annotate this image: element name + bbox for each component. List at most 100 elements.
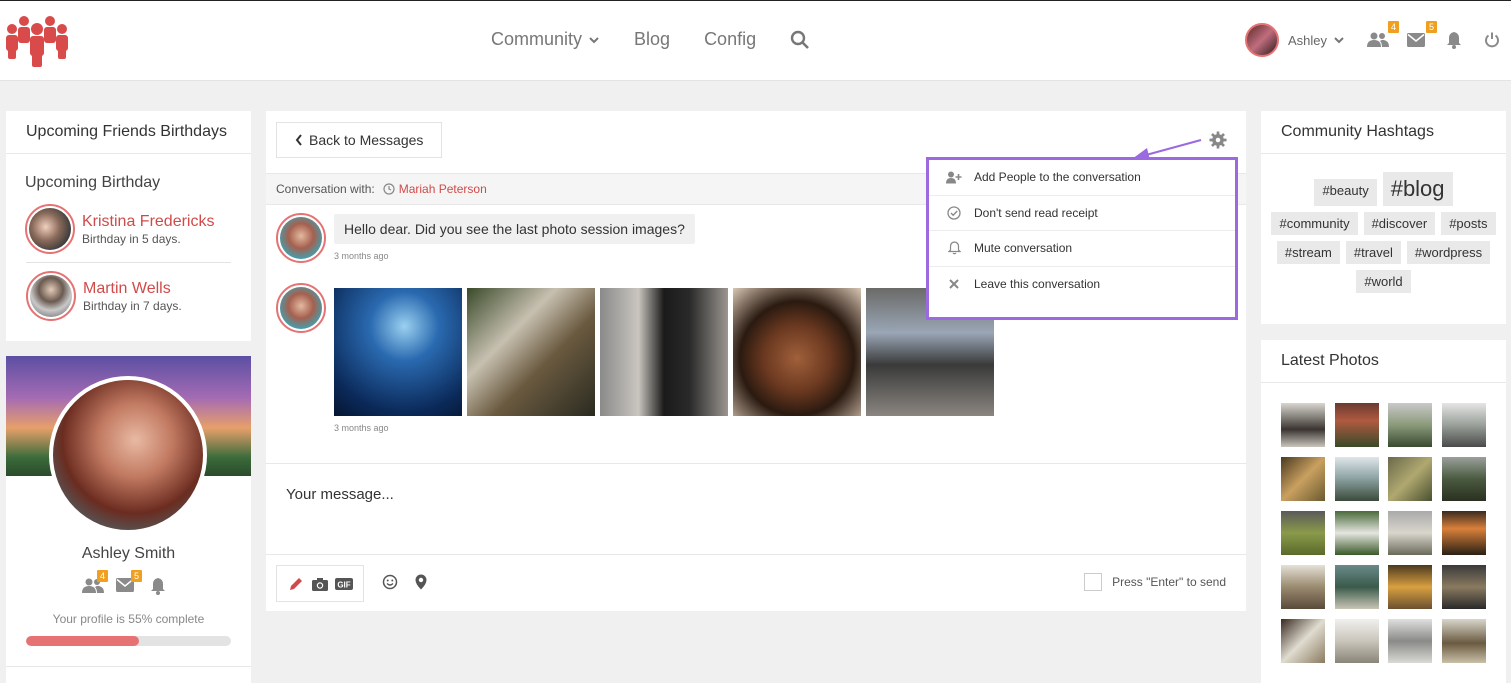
clock-icon bbox=[383, 183, 395, 195]
photo-2[interactable] bbox=[467, 288, 595, 416]
conversation-settings-menu: Add People to the conversation Don't sen… bbox=[926, 157, 1238, 320]
back-to-messages-button[interactable]: Back to Messages bbox=[276, 122, 443, 158]
divider bbox=[6, 666, 251, 667]
avatar[interactable] bbox=[49, 376, 207, 534]
enter-to-send-checkbox[interactable] bbox=[1084, 573, 1103, 591]
latest-photos-grid bbox=[1261, 383, 1506, 663]
thumbnail[interactable] bbox=[1334, 403, 1379, 447]
menu-item-read-receipt[interactable]: Don't send read receipt bbox=[929, 196, 1235, 231]
nav-community[interactable]: Community bbox=[491, 29, 600, 50]
message-bubble: Hello dear. Did you see the last photo s… bbox=[334, 214, 695, 244]
thumbnail[interactable] bbox=[1441, 403, 1486, 447]
bell-icon[interactable] bbox=[150, 578, 172, 595]
menu-item-mute[interactable]: Mute conversation bbox=[929, 231, 1235, 267]
message-input-placeholder: Your message... bbox=[286, 486, 394, 503]
menu-item-label: Mute conversation bbox=[974, 241, 1073, 256]
message-photos bbox=[334, 288, 994, 416]
camera-icon[interactable] bbox=[311, 575, 329, 593]
birthdays-panel: Upcoming Friends Birthdays Upcoming Birt… bbox=[6, 111, 251, 341]
thumbnail[interactable] bbox=[1281, 457, 1325, 501]
hashtag[interactable]: #blog bbox=[1382, 172, 1453, 206]
nav-config[interactable]: Config bbox=[704, 29, 756, 50]
message-input[interactable]: Your message... bbox=[266, 463, 1246, 555]
location-icon[interactable] bbox=[414, 574, 428, 590]
nav-blog[interactable]: Blog bbox=[634, 29, 670, 50]
photo-1[interactable] bbox=[334, 288, 462, 416]
profile-card: Ashley Smith 4 5 Your profile is 55% com… bbox=[6, 356, 251, 683]
add-user-icon bbox=[946, 169, 962, 185]
menu-item-label: Don't send read receipt bbox=[974, 205, 1098, 220]
gear-icon[interactable] bbox=[1209, 131, 1227, 149]
hashtag[interactable]: #discover bbox=[1363, 212, 1436, 235]
menu-item-leave[interactable]: Leave this conversation bbox=[929, 267, 1235, 303]
svg-text:GIF: GIF bbox=[337, 580, 350, 589]
power-icon[interactable] bbox=[1481, 29, 1503, 51]
list-item: Martin Wells Birthday in 7 days. bbox=[26, 262, 231, 321]
thumbnail[interactable] bbox=[1281, 565, 1325, 609]
gif-icon[interactable]: GIF bbox=[335, 575, 353, 593]
thumbnail[interactable] bbox=[1441, 619, 1486, 663]
messages-badge: 5 bbox=[130, 570, 142, 582]
hashtag[interactable]: #stream bbox=[1276, 241, 1340, 264]
thumbnail[interactable] bbox=[1388, 565, 1432, 609]
hashtag[interactable]: #posts bbox=[1441, 212, 1496, 235]
annotation-arrow bbox=[1132, 138, 1202, 160]
message-time: 3 months ago bbox=[334, 251, 389, 261]
hashtag[interactable]: #wordpress bbox=[1406, 241, 1491, 264]
avatar[interactable] bbox=[276, 283, 326, 333]
friends-icon[interactable]: 4 bbox=[82, 570, 108, 594]
messages-icon[interactable]: 5 bbox=[1405, 21, 1437, 51]
hashtag[interactable]: #beauty bbox=[1314, 179, 1377, 206]
messages-icon[interactable]: 5 bbox=[116, 570, 142, 594]
profile-name[interactable]: Ashley Smith bbox=[6, 545, 251, 563]
bell-icon[interactable] bbox=[1443, 29, 1465, 51]
thumbnail[interactable] bbox=[1441, 511, 1486, 555]
site-logo[interactable] bbox=[6, 15, 68, 69]
chevron-down-icon bbox=[589, 36, 599, 43]
thumbnail[interactable] bbox=[1281, 511, 1325, 555]
hashtag[interactable]: #community bbox=[1271, 212, 1358, 235]
thumbnail[interactable] bbox=[1334, 565, 1379, 609]
profile-progress-fill bbox=[26, 636, 139, 646]
thumbnail[interactable] bbox=[1388, 619, 1432, 663]
thumbnail[interactable] bbox=[1334, 511, 1379, 555]
nav-config-label: Config bbox=[704, 29, 757, 49]
avatar[interactable] bbox=[26, 271, 76, 321]
back-to-messages-label: Back to Messages bbox=[309, 132, 424, 148]
friends-icon[interactable]: 4 bbox=[1367, 21, 1399, 51]
messages-badge: 5 bbox=[1425, 21, 1437, 33]
thumbnail[interactable] bbox=[1388, 457, 1432, 501]
avatar[interactable] bbox=[276, 213, 326, 263]
hashtag[interactable]: #world bbox=[1356, 270, 1411, 293]
nav-blog-label: Blog bbox=[634, 29, 671, 49]
avatar[interactable] bbox=[1244, 23, 1279, 57]
thumbnail[interactable] bbox=[1441, 565, 1486, 609]
user-area: Ashley 4 5 bbox=[1244, 21, 1511, 57]
hashtag[interactable]: #travel bbox=[1345, 241, 1401, 264]
user-name[interactable]: Ashley bbox=[1288, 33, 1327, 48]
thumbnail[interactable] bbox=[1334, 619, 1379, 663]
thumbnail[interactable] bbox=[1388, 403, 1432, 447]
thumbnail[interactable] bbox=[1281, 619, 1325, 663]
friends-badge: 4 bbox=[96, 570, 108, 582]
message-time: 3 months ago bbox=[334, 423, 389, 433]
menu-item-add-people[interactable]: Add People to the conversation bbox=[929, 160, 1235, 196]
chevron-down-icon[interactable] bbox=[1333, 34, 1345, 46]
pencil-icon[interactable] bbox=[287, 575, 305, 593]
thumbnail[interactable] bbox=[1281, 403, 1325, 447]
top-header: Community Blog Config Ashley 4 5 bbox=[0, 0, 1511, 81]
birthday-name[interactable]: Martin Wells bbox=[83, 280, 182, 298]
photo-4[interactable] bbox=[733, 288, 861, 416]
list-item: Kristina Fredericks Birthday in 5 days. bbox=[6, 204, 251, 254]
thumbnail[interactable] bbox=[1441, 457, 1486, 501]
birthday-name[interactable]: Kristina Fredericks bbox=[82, 213, 214, 231]
birthday-date: Birthday in 7 days. bbox=[83, 298, 182, 313]
search-icon[interactable] bbox=[790, 30, 810, 50]
emoji-icon[interactable] bbox=[382, 574, 398, 590]
avatar[interactable] bbox=[25, 204, 75, 254]
thumbnail[interactable] bbox=[1334, 457, 1379, 501]
photo-3[interactable] bbox=[600, 288, 728, 416]
check-circle-icon bbox=[946, 205, 962, 221]
thumbnail[interactable] bbox=[1388, 511, 1432, 555]
conversation-partner[interactable]: Mariah Peterson bbox=[399, 182, 487, 196]
